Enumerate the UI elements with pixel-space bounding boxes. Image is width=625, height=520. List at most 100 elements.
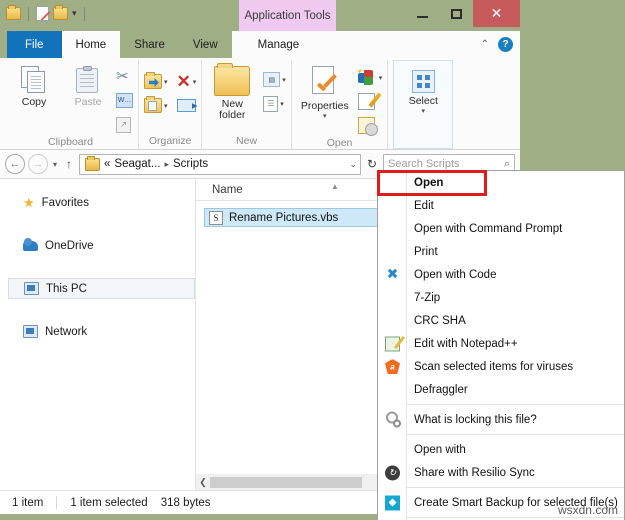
menu-item-label: Share with Resilio Sync: [414, 467, 535, 479]
breadcrumb-dropdown-icon[interactable]: ⌄: [349, 159, 357, 170]
menu-item-7-zip[interactable]: 7-Zip: [378, 286, 624, 309]
chevron-down-icon[interactable]: ▾: [193, 78, 197, 86]
new-item-icon: ▤: [263, 72, 280, 87]
properties-icon: [310, 66, 340, 98]
ribbon-group-new: New folder ▤ ▾ ☰ ▾ New: [201, 60, 291, 149]
menu-item-label: 7-Zip: [414, 292, 440, 304]
breadcrumb-overflow[interactable]: «: [104, 158, 110, 170]
tab-share[interactable]: Share: [120, 31, 179, 58]
menu-separator: [407, 487, 624, 488]
menu-item-open-with-code[interactable]: ✖ Open with Code: [378, 263, 624, 286]
contextual-tab-application-tools[interactable]: Application Tools: [239, 0, 336, 31]
help-icon[interactable]: ?: [498, 37, 513, 52]
chevron-down-icon[interactable]: ▾: [422, 107, 426, 115]
ribbon-body: Copy Paste ✂: [0, 58, 520, 150]
easy-access-button[interactable]: ☰ ▾: [263, 93, 286, 114]
group-label-clipboard: Clipboard: [8, 135, 133, 149]
chevron-down-icon[interactable]: ▾: [323, 112, 327, 120]
resilio-sync-icon: ↻: [384, 464, 401, 481]
group-label-new: New: [207, 132, 286, 149]
rename-button[interactable]: [177, 95, 197, 116]
search-placeholder: Search Scripts: [388, 158, 460, 170]
menu-item-open-with-command-prompt[interactable]: Open with Command Prompt: [378, 217, 624, 240]
menu-item-edit-with-notepadpp[interactable]: Edit with Notepad++: [378, 332, 624, 355]
breadcrumb-part-0[interactable]: Seagat...: [114, 158, 160, 170]
scissors-icon: ✂: [116, 69, 129, 84]
collapse-ribbon-icon[interactable]: ⌃: [481, 39, 489, 50]
move-to-button[interactable]: ▾: [144, 71, 168, 92]
notepadpp-icon: [384, 335, 401, 352]
scroll-left-arrow[interactable]: ❮: [196, 477, 210, 488]
status-size: 318 bytes: [161, 497, 211, 509]
sidebar-item-this-pc[interactable]: This PC: [8, 278, 195, 299]
tab-home[interactable]: Home: [62, 31, 121, 58]
close-button[interactable]: ✕: [473, 0, 520, 27]
star-icon: ★: [23, 195, 35, 211]
cut-button[interactable]: ✂: [116, 66, 133, 87]
back-button[interactable]: ←: [5, 154, 25, 174]
open-with-button[interactable]: ✦ ▾: [358, 67, 383, 88]
menu-item-label: Edit with Notepad++: [414, 338, 518, 350]
breadcrumb[interactable]: « Seagat... ▸ Scripts ⌄: [79, 154, 361, 175]
menu-item-scan-for-viruses[interactable]: a Scan selected items for viruses: [378, 355, 624, 378]
forward-button[interactable]: →: [28, 154, 48, 174]
chevron-down-icon[interactable]: ▾: [164, 102, 168, 110]
refresh-button[interactable]: ↻: [364, 157, 380, 171]
status-selection: 1 item selected: [70, 497, 147, 509]
select-group-box: Select ▾: [393, 60, 453, 149]
history-button[interactable]: [358, 115, 383, 136]
new-folder-button[interactable]: New folder: [207, 63, 257, 121]
recent-locations-caret[interactable]: ▾: [51, 160, 59, 169]
menu-item-what-is-locking-this-file[interactable]: What is locking this file?: [378, 408, 624, 431]
copy-to-button[interactable]: ▾: [144, 95, 168, 116]
tab-manage[interactable]: Manage: [232, 31, 326, 58]
menu-item-defraggler[interactable]: Defraggler: [378, 378, 624, 401]
new-item-button[interactable]: ▤ ▾: [263, 69, 286, 90]
table-row[interactable]: S Rename Pictures.vbs: [204, 208, 383, 227]
breadcrumb-part-1[interactable]: Scripts: [173, 158, 208, 170]
file-name: Rename Pictures.vbs: [229, 212, 338, 224]
copy-label: Copy: [22, 97, 47, 108]
properties-label: Properties: [301, 101, 349, 112]
paste-shortcut-button[interactable]: ↗: [116, 114, 133, 135]
edit-button[interactable]: [358, 91, 383, 112]
scrollbar-thumb[interactable]: [210, 477, 362, 488]
sidebar-item-label: Favorites: [42, 197, 89, 209]
copy-to-icon: [144, 98, 162, 113]
properties-button[interactable]: Properties ▾: [297, 63, 353, 120]
up-button[interactable]: ↑: [62, 157, 76, 171]
menu-item-label: What is locking this file?: [414, 414, 537, 426]
select-button[interactable]: Select ▾: [401, 67, 445, 115]
maximize-button[interactable]: [439, 0, 473, 27]
cloud-icon: [23, 241, 38, 251]
menu-item-open-with[interactable]: Open with: [378, 438, 624, 461]
delete-button[interactable]: ✕ ▾: [177, 71, 197, 92]
chevron-down-icon[interactable]: ▾: [164, 78, 168, 86]
column-header-label: Name: [212, 184, 243, 196]
menu-item-share-with-resilio-sync[interactable]: ↻ Share with Resilio Sync: [378, 461, 624, 484]
minimize-button[interactable]: [405, 0, 439, 27]
copy-button[interactable]: Copy: [8, 63, 60, 108]
sidebar-item-onedrive[interactable]: OneDrive: [0, 235, 195, 256]
chevron-down-icon[interactable]: ▾: [379, 74, 383, 82]
menu-separator: [407, 404, 624, 405]
copy-path-icon: W…: [116, 93, 133, 108]
tab-view[interactable]: View: [179, 31, 232, 58]
group-label-open: Open: [297, 136, 383, 149]
group-label-organize: Organize: [144, 132, 196, 149]
watermark: wsxdn.com: [558, 503, 618, 517]
paste-button[interactable]: Paste: [62, 63, 114, 108]
menu-item-label: Print: [414, 246, 438, 258]
search-icon[interactable]: ⌕: [504, 158, 510, 171]
copy-path-button[interactable]: W…: [116, 90, 133, 111]
sidebar-item-network[interactable]: Network: [0, 321, 195, 342]
organize-col-2: ✕ ▾: [177, 68, 197, 116]
sidebar-item-favorites[interactable]: ★ Favorites: [0, 192, 195, 213]
tab-file[interactable]: File: [7, 31, 62, 58]
menu-item-crc-sha[interactable]: CRC SHA: [378, 309, 624, 332]
menu-item-print[interactable]: Print: [378, 240, 624, 263]
chevron-down-icon[interactable]: ▾: [280, 100, 284, 108]
menu-item-edit[interactable]: Edit: [378, 194, 624, 217]
chevron-down-icon[interactable]: ▾: [282, 76, 286, 84]
ribbon-group-clipboard: Copy Paste ✂: [3, 60, 138, 149]
